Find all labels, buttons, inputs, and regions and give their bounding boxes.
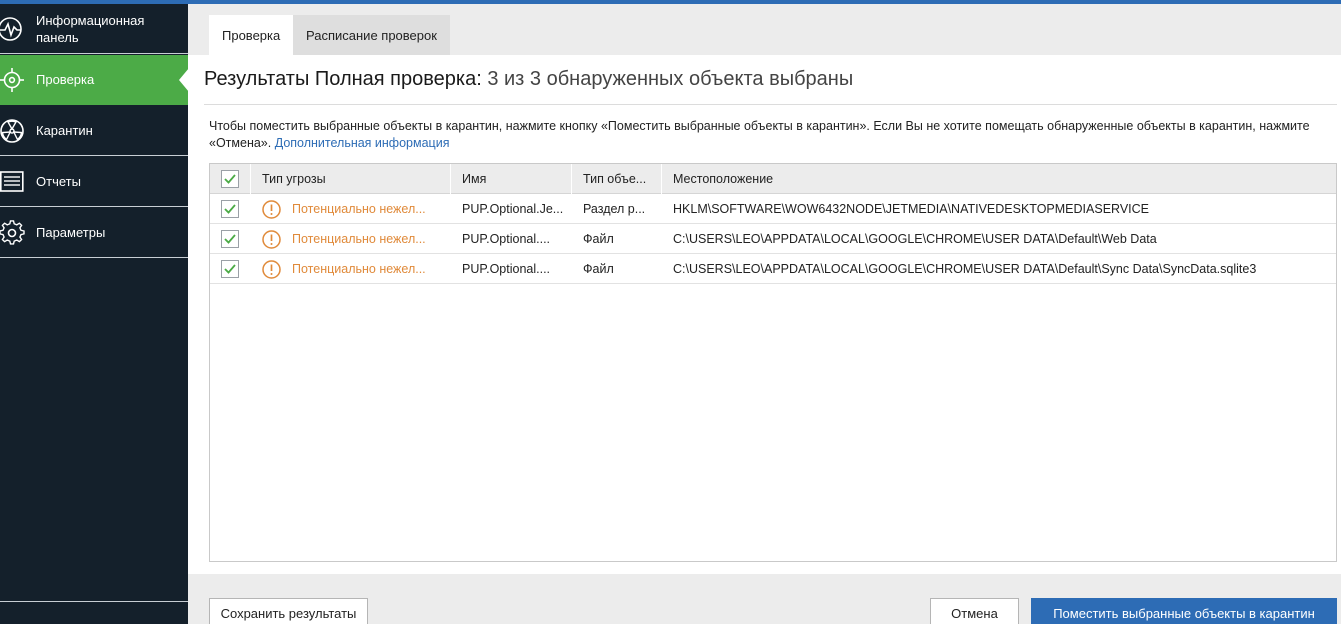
title-divider [204, 104, 1337, 105]
object-type-cell: Файл [583, 232, 614, 246]
quarantine-selected-button[interactable]: Поместить выбранные объекты в карантин [1031, 598, 1337, 624]
scan-target-icon [0, 67, 26, 93]
location-cell: HKLM\SOFTWARE\WOW6432NODE\JETMEDIA\NATIV… [673, 202, 1150, 216]
more-info-link[interactable]: Дополнительная информация [275, 136, 450, 150]
warning-icon [262, 199, 281, 219]
threat-type-cell: Потенциально нежел... [252, 194, 451, 224]
dashboard-pulse-icon [0, 16, 26, 42]
tab-scan[interactable]: Проверка [209, 15, 294, 55]
threat-type-text: Потенциально нежел... [292, 202, 426, 216]
row-checkbox[interactable] [221, 230, 239, 248]
warning-icon [262, 229, 281, 249]
tab-bar: Проверка Расписание проверок [188, 4, 1341, 55]
location-cell: C:\USERS\LEO\APPDATA\LOCAL\GOOGLE\CHROME… [673, 262, 1257, 276]
column-header-location[interactable]: Местоположение [663, 164, 1336, 194]
table-row[interactable]: Потенциально нежел... PUP.Optional.... Ф… [210, 254, 1336, 284]
info-text: Чтобы поместить выбранные объекты в кара… [209, 118, 1319, 152]
sidebar-item-settings[interactable]: Параметры [0, 208, 188, 258]
sidebar-item-label: Карантин [36, 123, 93, 138]
object-type-cell: Файл [583, 262, 614, 276]
sidebar-divider [0, 601, 188, 602]
sidebar-item-label: Параметры [36, 225, 106, 240]
page-title-strong: Результаты Полная проверка: [204, 68, 482, 90]
threat-type-text: Потенциально нежел... [292, 262, 426, 276]
sidebar-item-label: Отчеты [36, 174, 81, 189]
main-panel: Проверка Расписание проверок Результаты … [188, 4, 1341, 624]
name-cell: PUP.Optional.Je... [462, 202, 564, 216]
sidebar-item-reports[interactable]: Отчеты [0, 157, 188, 207]
quarantine-biohazard-icon [0, 118, 26, 144]
tab-scan-schedule[interactable]: Расписание проверок [293, 15, 450, 55]
row-checkbox[interactable] [221, 200, 239, 218]
threat-type-cell: Потенциально нежел... [252, 224, 451, 254]
column-header-object-type[interactable]: Тип объе... [573, 164, 662, 194]
sidebar-item-label: Проверка [36, 72, 95, 87]
name-cell: PUP.Optional.... [462, 262, 551, 276]
results-table: Тип угрозы Имя Тип объе... Местоположени… [209, 163, 1337, 562]
threat-type-text: Потенциально нежел... [292, 232, 426, 246]
select-all-checkbox[interactable] [221, 170, 239, 188]
threat-type-cell: Потенциально нежел... [252, 254, 451, 284]
sidebar: Информационная панель Проверка Карантин … [0, 4, 188, 624]
footer-bar: Сохранить результаты Отмена Поместить вы… [188, 574, 1341, 624]
warning-icon [262, 259, 281, 279]
select-all-header [210, 164, 251, 194]
sidebar-item-label: Информационная панель [36, 12, 145, 45]
row-checkbox[interactable] [221, 260, 239, 278]
table-row[interactable]: Потенциально нежел... PUP.Optional.... Ф… [210, 224, 1336, 254]
table-header: Тип угрозы Имя Тип объе... Местоположени… [210, 164, 1336, 194]
sidebar-item-scan[interactable]: Проверка [0, 55, 188, 105]
page-title-selection-count: 3 из 3 обнаруженных объекта выбраны [487, 68, 854, 90]
page-title: Результаты Полная проверка: 3 из 3 обнар… [204, 68, 853, 91]
sidebar-item-dashboard[interactable]: Информационная панель [0, 4, 188, 54]
name-cell: PUP.Optional.... [462, 232, 551, 246]
column-header-threat-type[interactable]: Тип угрозы [252, 164, 451, 194]
reports-list-icon [0, 169, 26, 195]
column-header-name[interactable]: Имя [452, 164, 572, 194]
save-results-button[interactable]: Сохранить результаты [209, 598, 368, 624]
location-cell: C:\USERS\LEO\APPDATA\LOCAL\GOOGLE\CHROME… [673, 232, 1157, 246]
sidebar-item-quarantine[interactable]: Карантин [0, 106, 188, 156]
table-row[interactable]: Потенциально нежел... PUP.Optional.Je...… [210, 194, 1336, 224]
cancel-button[interactable]: Отмена [930, 598, 1019, 624]
settings-gear-icon [0, 219, 26, 246]
object-type-cell: Раздел р... [583, 202, 646, 216]
